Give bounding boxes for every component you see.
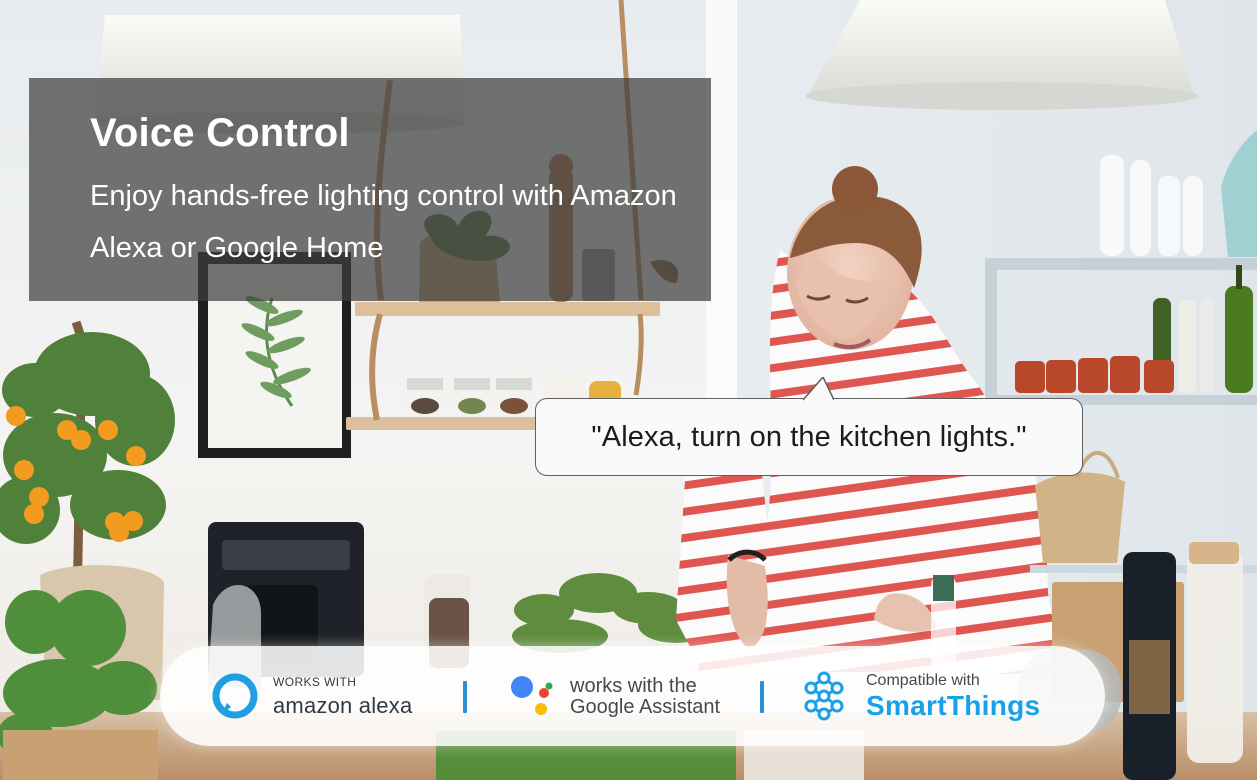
voice-command-bubble: "Alexa, turn on the kitchen lights." [535,398,1083,476]
compatibility-strip: WORKS WITH amazon alexa works with the G… [160,646,1105,746]
voice-command-text: "Alexa, turn on the kitchen lights." [591,420,1027,453]
google-assistant-badge: works with the Google Assistant [508,670,720,722]
google-top-text: works with the [570,674,697,697]
alexa-ring-icon [212,673,258,719]
google-brand-text: Google Assistant [570,695,721,718]
smartthings-icon [804,671,844,721]
alexa-top-text: WORKS WITH [273,674,357,689]
alexa-text: WORKS WITH amazon alexa [273,676,412,717]
google-assistant-icon [511,676,553,715]
google-text: works with the Google Assistant [570,676,720,717]
kitchen-scene: Voice Control Enjoy hands-free lighting … [0,0,1257,780]
smartthings-top-text: Compatible with [866,671,980,689]
voice-control-panel: Voice Control Enjoy hands-free lighting … [29,78,711,301]
smartthings-text: Compatible with SmartThings [866,671,1041,721]
smartthings-brand-text: SmartThings [866,689,1041,721]
speech-bubble-tail [803,377,834,401]
smartthings-badge: Compatible with SmartThings [798,670,1040,722]
page-subtitle: Enjoy hands-free lighting control with A… [90,180,677,264]
divider-line [463,681,467,713]
divider-line [760,681,764,713]
alexa-badge: WORKS WITH amazon alexa [211,670,412,722]
alexa-brand-text: amazon alexa [273,692,413,718]
page-title: Voice Control [90,111,350,155]
